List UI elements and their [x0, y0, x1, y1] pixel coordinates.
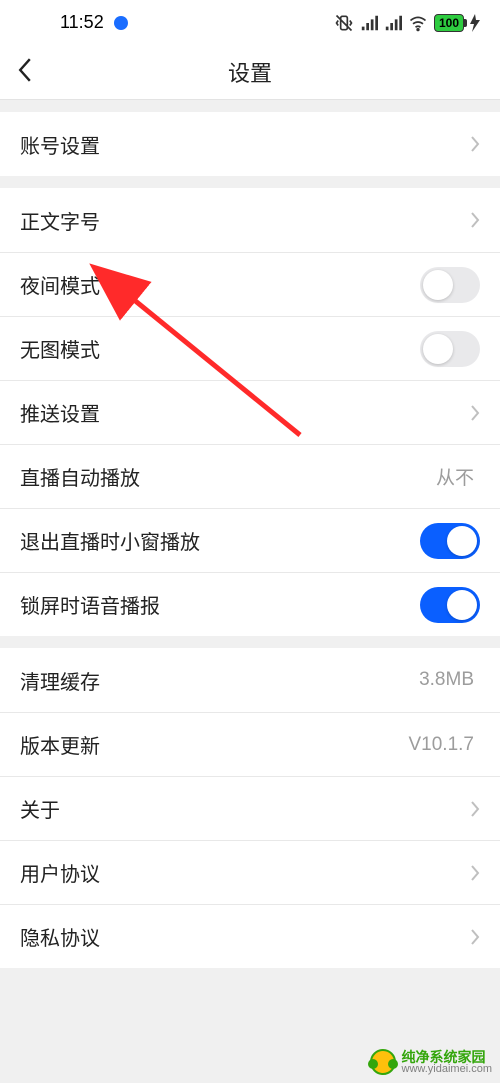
charging-icon	[470, 14, 480, 32]
row-label: 隐私协议	[20, 922, 470, 951]
no-image-toggle[interactable]	[420, 331, 480, 367]
row-account-settings[interactable]: 账号设置	[0, 112, 500, 176]
watermark-url: www.yidaimei.com	[402, 1064, 492, 1075]
row-label: 版本更新	[20, 730, 409, 759]
signal-icon	[360, 14, 378, 32]
battery-icon: 100	[434, 14, 464, 32]
row-label: 推送设置	[20, 398, 470, 427]
battery-percent: 100	[437, 16, 461, 30]
chevron-right-icon	[470, 212, 480, 228]
exit-live-pip-toggle[interactable]	[420, 523, 480, 559]
section-display: 正文字号 夜间模式 无图模式 推送设置 直播自动播放 从不 退出直播时小窗播放 …	[0, 188, 500, 636]
row-user-agreement[interactable]: 用户协议	[0, 840, 500, 904]
status-time: 11:52	[60, 12, 104, 33]
clear-cache-value: 3.8MB	[419, 669, 474, 691]
chevron-right-icon	[470, 136, 480, 152]
watermark: 纯净系统家园 www.yidaimei.com	[370, 1049, 492, 1075]
chevron-right-icon	[470, 405, 480, 421]
section-system: 清理缓存 3.8MB 版本更新 V10.1.7 关于 用户协议 隐私协议	[0, 648, 500, 968]
live-autoplay-value: 从不	[436, 463, 474, 490]
row-font-size[interactable]: 正文字号	[0, 188, 500, 252]
row-exit-live-pip[interactable]: 退出直播时小窗播放	[0, 508, 500, 572]
row-label: 账号设置	[20, 130, 470, 159]
row-label: 用户协议	[20, 858, 470, 887]
row-label: 正文字号	[20, 206, 470, 235]
row-night-mode[interactable]: 夜间模式	[0, 252, 500, 316]
row-lock-voice-broadcast[interactable]: 锁屏时语音播报	[0, 572, 500, 636]
watermark-brand: 纯净系统家园	[402, 1050, 492, 1064]
wifi-icon	[408, 13, 428, 33]
row-label: 夜间模式	[20, 270, 420, 299]
title-bar: 设置	[0, 45, 500, 100]
row-version-update[interactable]: 版本更新 V10.1.7	[0, 712, 500, 776]
back-button[interactable]	[0, 45, 50, 99]
watermark-logo-icon	[370, 1049, 396, 1075]
lock-voice-toggle[interactable]	[420, 587, 480, 623]
vibrate-icon	[334, 13, 354, 33]
app-indicator-dot	[114, 16, 128, 30]
row-label: 关于	[20, 794, 470, 823]
row-label: 无图模式	[20, 334, 420, 363]
chevron-right-icon	[470, 865, 480, 881]
night-mode-toggle[interactable]	[420, 267, 480, 303]
signal-icon-2	[384, 14, 402, 32]
row-privacy-agreement[interactable]: 隐私协议	[0, 904, 500, 968]
status-bar: 11:52 100	[0, 0, 500, 45]
section-account: 账号设置	[0, 112, 500, 176]
row-label: 退出直播时小窗播放	[20, 526, 420, 555]
row-about[interactable]: 关于	[0, 776, 500, 840]
status-right: 100	[334, 13, 480, 33]
version-value: V10.1.7	[409, 734, 475, 756]
chevron-right-icon	[470, 801, 480, 817]
row-no-image-mode[interactable]: 无图模式	[0, 316, 500, 380]
row-label: 直播自动播放	[20, 462, 436, 491]
row-label: 锁屏时语音播报	[20, 590, 420, 619]
chevron-right-icon	[470, 929, 480, 945]
row-clear-cache[interactable]: 清理缓存 3.8MB	[0, 648, 500, 712]
row-live-autoplay[interactable]: 直播自动播放 从不	[0, 444, 500, 508]
page-title: 设置	[0, 56, 500, 88]
row-label: 清理缓存	[20, 666, 419, 695]
row-push-settings[interactable]: 推送设置	[0, 380, 500, 444]
chevron-left-icon	[16, 58, 34, 87]
